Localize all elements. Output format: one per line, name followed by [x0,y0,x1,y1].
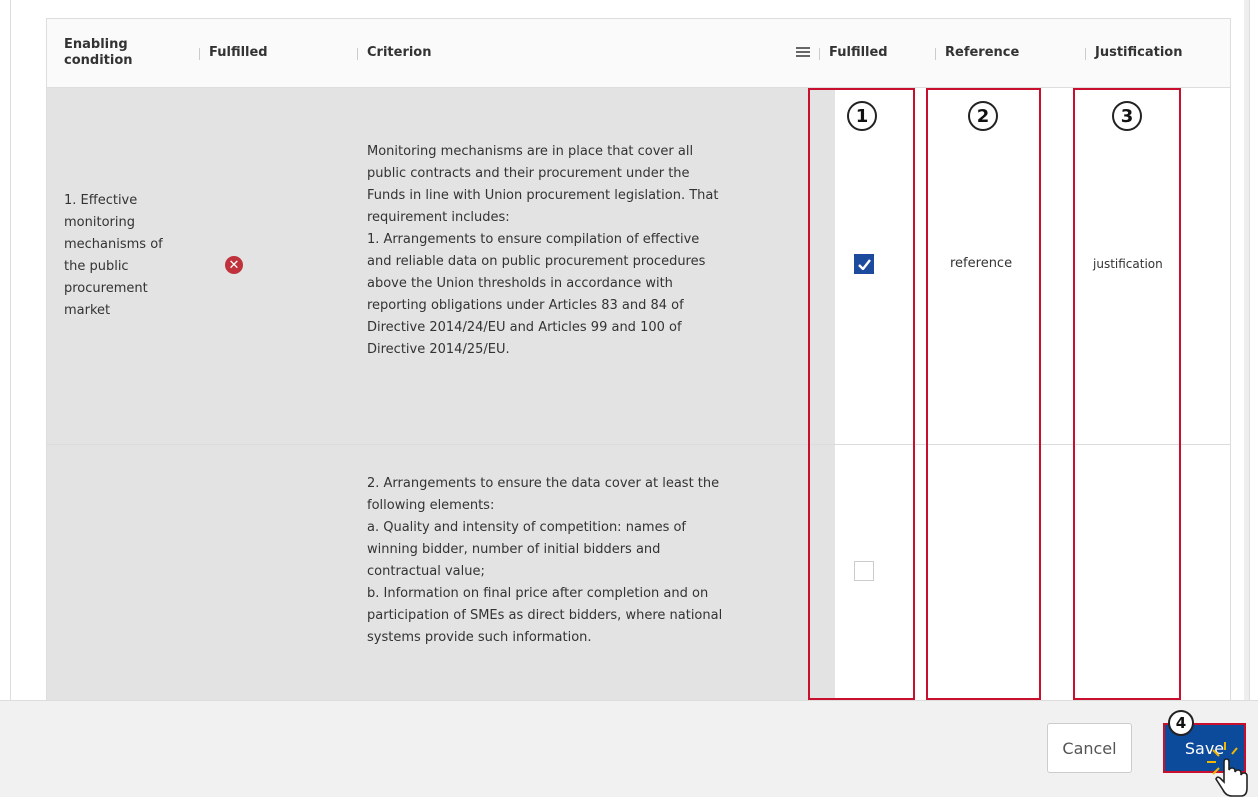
header-reference[interactable]: Reference [935,19,1065,87]
header-separator [199,48,200,60]
header-criterion[interactable]: Criterion [357,19,767,87]
hand-cursor-icon [1207,742,1248,797]
enabling-condition-cell: 1. Effective monitoring mechanisms of th… [64,193,163,318]
header-fulfilled-label: Fulfilled [209,45,268,60]
header-enabling-condition[interactable]: Enabling condition [64,19,174,87]
header-fulfilled-2-label: Fulfilled [829,45,888,60]
table-row: 2. Arrangements to ensure the data cover… [47,445,1230,700]
header-justification[interactable]: Justification [1085,19,1215,87]
header-reference-label: Reference [945,45,1020,60]
annotation-badge-3: 3 [1112,101,1142,131]
header-fulfilled[interactable]: Fulfilled [199,19,329,87]
annotation-badge-4: 4 [1168,710,1194,736]
scrollbar[interactable] [1244,0,1249,700]
table-header: Enabling condition Fulfilled Criterion F… [47,19,1230,88]
header-separator [819,48,820,60]
annotation-badge-1: 1 [847,101,877,131]
header-separator [357,48,358,60]
highlight-justification-column [1073,88,1181,700]
column-menu-icon[interactable] [796,45,810,59]
highlight-fulfilled-column [808,88,915,700]
highlight-reference-column [926,88,1041,700]
header-fulfilled-2[interactable]: Fulfilled [819,19,919,87]
not-fulfilled-icon: ✕ [225,256,243,274]
criterion-cell: 2. Arrangements to ensure the data cover… [367,476,723,645]
modal-footer: Cancel Save [0,700,1258,797]
criterion-cell: Monitoring mechanisms are in place that … [367,144,719,357]
cancel-button[interactable]: Cancel [1047,723,1132,773]
annotation-badge-2: 2 [968,101,998,131]
header-criterion-label: Criterion [367,45,432,60]
table-row: 1. Effective monitoring mechanisms of th… [47,88,1230,444]
header-separator [1085,48,1086,60]
header-separator [935,48,936,60]
header-justification-label: Justification [1095,45,1183,60]
criteria-table: Enabling condition Fulfilled Criterion F… [46,18,1231,700]
enabling-conditions-panel: Enabling condition Fulfilled Criterion F… [10,0,1250,700]
